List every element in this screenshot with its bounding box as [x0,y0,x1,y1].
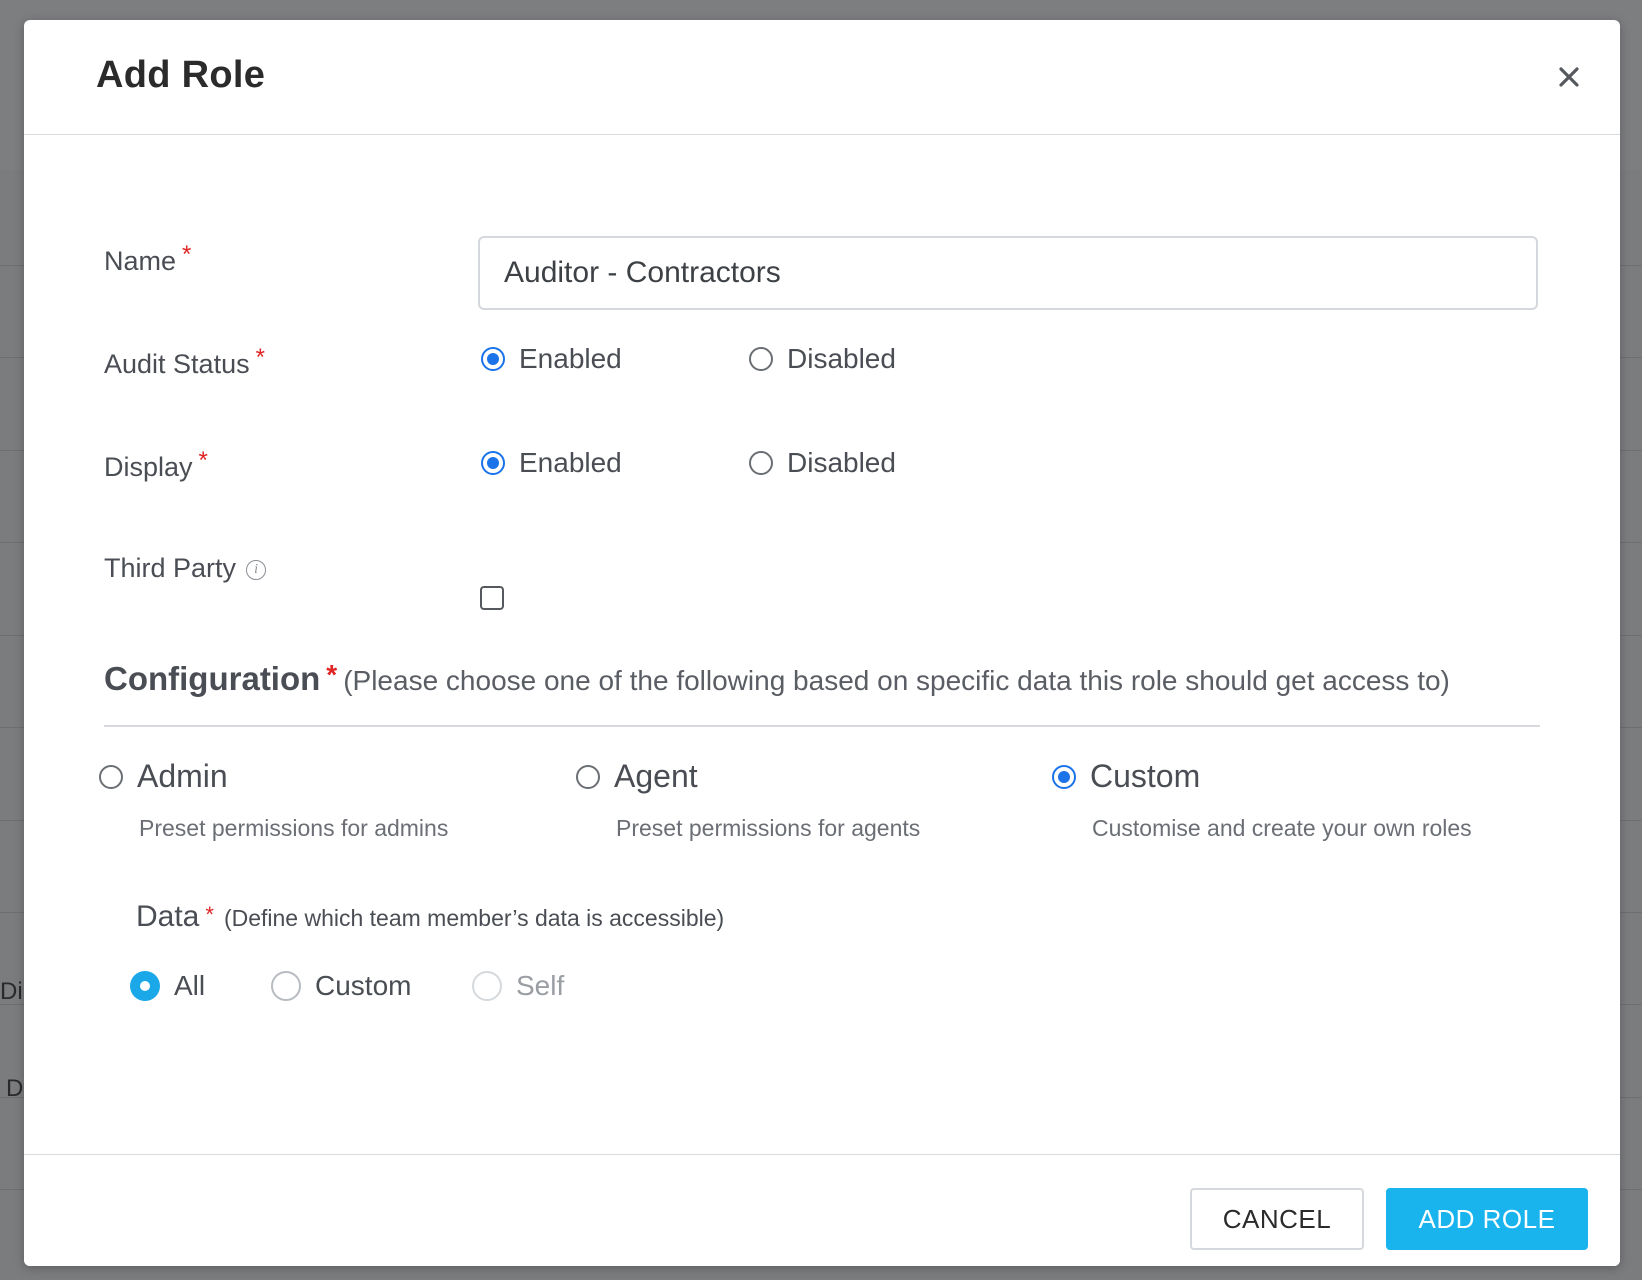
background-text-fragment: Di [0,978,23,1005]
section-divider [104,725,1540,727]
config-custom-radio[interactable]: Custom [1052,758,1472,795]
third-party-label-text: Third Party [104,553,237,583]
required-marker: * [198,447,208,474]
required-marker: * [326,659,338,690]
radio-selected-icon [481,451,505,475]
background-text-fragment: D [6,1075,24,1102]
data-all-radio[interactable]: All [130,970,205,1002]
close-button[interactable] [1552,60,1586,94]
radio-disabled-icon [472,971,502,1001]
data-custom-radio[interactable]: Custom [271,970,411,1002]
radio-label: Agent [614,758,698,794]
radio-label: Self [516,970,565,1001]
radio-unselected-icon [749,451,773,475]
radio-label: Custom [1090,758,1201,794]
radio-selected-icon [481,347,505,371]
name-label-text: Name [104,246,177,276]
config-admin-radio[interactable]: Admin [99,758,448,795]
radio-label: All [174,970,206,1001]
config-option-custom: Custom Customise and create your own rol… [1052,758,1472,842]
config-agent-radio[interactable]: Agent [576,758,920,795]
radio-label: Disabled [787,447,896,478]
audit-status-label-text: Audit Status [104,349,250,379]
data-hint: (Define which team member’s data is acce… [223,905,725,931]
required-marker: * [255,344,265,371]
configuration-title-text: Configuration [104,660,321,697]
display-disabled-radio[interactable]: Disabled [749,447,896,479]
required-marker: * [205,902,214,927]
display-enabled-radio[interactable]: Enabled [481,447,622,479]
info-icon[interactable]: i [246,559,267,580]
config-option-description: Preset permissions for agents [616,815,921,841]
display-label-text: Display [104,452,193,482]
config-option-admin: Admin Preset permissions for admins [99,758,448,842]
audit-status-disabled-radio[interactable]: Disabled [749,343,896,375]
radio-label: Custom [315,970,412,1001]
name-input[interactable] [478,236,1538,310]
modal-header: Add Role [24,20,1620,135]
third-party-checkbox[interactable] [480,586,504,610]
config-option-description: Preset permissions for admins [139,815,449,841]
radio-selected-icon [1052,764,1076,789]
audit-status-label: Audit Status * [104,344,265,380]
cancel-button[interactable]: CANCEL [1190,1188,1364,1250]
modal-title: Add Role [96,54,266,96]
radio-unselected-icon [99,764,123,789]
data-self-radio: Self [472,970,564,1002]
radio-unselected-icon [576,764,600,789]
display-label: Display * [104,447,208,483]
data-label-text: Data [136,900,200,933]
modal-body: Name* Audit Status* Enabled Disabled Dis… [24,135,1620,1155]
config-option-description: Customise and create your own roles [1092,815,1472,841]
radio-selected-icon [130,971,160,1001]
configuration-title: Configuration * (Please choose one of the … [104,659,1450,698]
radio-unselected-icon [749,347,773,371]
audit-status-enabled-radio[interactable]: Enabled [481,343,622,375]
radio-unselected-icon [271,971,301,1001]
configuration-subtitle: (Please choose one of the following base… [343,665,1450,696]
third-party-label: Third Party i [104,553,267,584]
radio-label: Enabled [519,343,622,374]
add-role-modal: Add Role Name* Audit Status* Enabled Dis… [24,20,1620,1266]
config-option-agent: Agent Preset permissions for agents [576,758,920,842]
radio-label: Disabled [787,343,896,374]
add-role-button[interactable]: ADD ROLE [1386,1188,1588,1250]
radio-label: Admin [137,758,228,794]
required-marker: * [182,241,192,268]
modal-footer: CANCEL ADD ROLE [24,1154,1620,1266]
data-label: Data * (Define which team member’s data is… [136,900,724,934]
name-label: Name * [104,241,191,277]
close-icon [1559,67,1579,87]
radio-label: Enabled [519,447,622,478]
